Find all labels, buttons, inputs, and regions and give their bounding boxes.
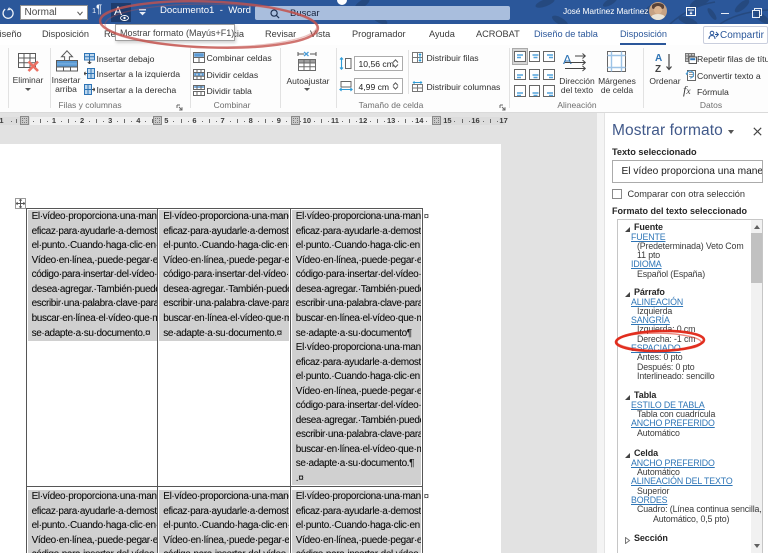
svg-text:A: A	[563, 52, 572, 67]
svg-text:Z: Z	[655, 64, 661, 73]
svg-text:A: A	[655, 53, 662, 64]
